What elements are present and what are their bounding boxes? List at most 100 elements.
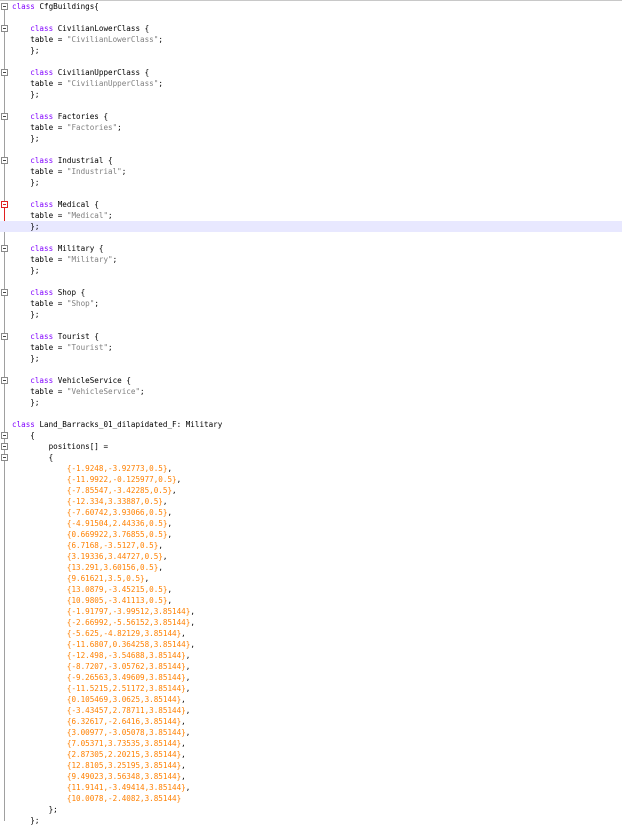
close-brace-line[interactable]: }; xyxy=(0,133,622,144)
position-entry[interactable]: {-12.498,-3.54688,3.85144}, xyxy=(0,650,622,661)
class-vehicleservice-line[interactable]: class VehicleService { xyxy=(0,375,622,386)
position-entry[interactable]: {12.8105,3.25195,3.85144}, xyxy=(0,760,622,771)
position-entry[interactable]: {-2.66992,-5.56152,3.85144}, xyxy=(0,617,622,628)
table-line[interactable]: table = "Industrial"; xyxy=(0,166,622,177)
empty-line[interactable] xyxy=(0,188,622,199)
code-token: CivilianUpperClass xyxy=(57,68,141,77)
position-entry[interactable]: {9.61621,3.5,0.5}, xyxy=(0,573,622,584)
empty-line[interactable] xyxy=(0,364,622,375)
position-entry[interactable]: {-8.7207,-3.05762,3.85144}, xyxy=(0,661,622,672)
class-civilianlowerclass-line[interactable]: class CivilianLowerClass { xyxy=(0,23,622,34)
table-line[interactable]: table = "VehicleService"; xyxy=(0,386,622,397)
close-brace-line[interactable]: }; xyxy=(0,265,622,276)
close-brace-line[interactable]: }; xyxy=(0,309,622,320)
position-entry[interactable]: {9.49023,3.56348,3.85144}, xyxy=(0,771,622,782)
close-brace-line[interactable]: }; xyxy=(0,397,622,408)
class-industrial-line[interactable]: class Industrial { xyxy=(0,155,622,166)
position-entry[interactable]: {13.291,3.60156,0.5}, xyxy=(0,562,622,573)
class-medical-line[interactable]: class Medical { xyxy=(0,199,622,210)
position-entry[interactable]: {10.0078,-2.4082,3.85144} xyxy=(0,793,622,804)
close-brace-line[interactable]: }; xyxy=(0,221,622,232)
empty-line[interactable] xyxy=(0,56,622,67)
position-entry[interactable]: {-1.9248,-3.92773,0.5}, xyxy=(0,463,622,474)
position-entry[interactable]: {-11.9922,-0.125977,0.5}, xyxy=(0,474,622,485)
class-civilianupperclass-line[interactable]: class CivilianUpperClass { xyxy=(0,67,622,78)
code-token: {-4.91504,2.44336,0.5} xyxy=(66,519,168,528)
position-entry[interactable]: {13.0879,-3.45215,0.5}, xyxy=(0,584,622,595)
code-token: "Factories" xyxy=(66,123,118,132)
code-token: Tourist xyxy=(57,332,90,341)
code-literal: table = xyxy=(12,123,67,132)
positions-line[interactable]: positions[] = xyxy=(0,441,622,452)
code-literal: { xyxy=(94,244,104,253)
code-literal: , xyxy=(158,541,163,550)
position-entry[interactable]: {6.32617,-2.6416,3.85144}, xyxy=(0,716,622,727)
code-literal: }; xyxy=(12,398,40,407)
position-entry[interactable]: {3.00977,-3.05078,3.85144}, xyxy=(0,727,622,738)
close-brace-line[interactable]: }; xyxy=(0,89,622,100)
position-entry[interactable]: {2.87305,2.20215,3.85144}, xyxy=(0,749,622,760)
barracks-header[interactable]: class Land_Barracks_01_dilapidated_F: Mi… xyxy=(0,419,622,430)
class-tourist-line[interactable]: class Tourist { xyxy=(0,331,622,342)
close-brace-line[interactable]: }; xyxy=(0,177,622,188)
barracks-close[interactable]: }; xyxy=(0,815,622,826)
position-entry[interactable]: {-7.85547,-3.42285,0.5}, xyxy=(0,485,622,496)
code-literal: class xyxy=(12,24,54,33)
line-text: {-11.6807,0.364258,3.85144}, xyxy=(12,639,195,650)
position-entry[interactable]: {3.19336,3.44727,0.5}, xyxy=(0,551,622,562)
empty-line[interactable] xyxy=(0,320,622,331)
code-token: {-12.334,3.33887,0.5} xyxy=(66,497,163,506)
table-line[interactable]: table = "Factories"; xyxy=(0,122,622,133)
table-line[interactable]: table = "Military"; xyxy=(0,254,622,265)
table-line[interactable]: table = "Tourist"; xyxy=(0,342,622,353)
position-entry[interactable]: {-11.6807,0.364258,3.85144}, xyxy=(0,639,622,650)
table-line[interactable]: table = "Medical"; xyxy=(0,210,622,221)
line-text: table = "CivilianLowerClass"; xyxy=(12,34,163,45)
class-military-line[interactable]: class Military { xyxy=(0,243,622,254)
code-literal: class xyxy=(12,376,54,385)
position-entry[interactable]: {-1.91797,-3.99512,3.85144}, xyxy=(0,606,622,617)
class-shop-line[interactable]: class Shop { xyxy=(0,287,622,298)
code-token: {0.105469,3.0625,3.85144} xyxy=(66,695,182,704)
position-entry[interactable]: {-7.60742,3.93066,0.5}, xyxy=(0,507,622,518)
empty-line[interactable] xyxy=(0,232,622,243)
cfg-buildings-header[interactable]: class CfgBuildings{ xyxy=(0,1,622,12)
position-entry[interactable]: {7.05371,3.73535,3.85144}, xyxy=(0,738,622,749)
line-text: {13.0879,-3.45215,0.5}, xyxy=(12,584,172,595)
position-entry[interactable]: {0.105469,3.0625,3.85144}, xyxy=(0,694,622,705)
close-brace-line[interactable]: }; xyxy=(0,353,622,364)
position-entry[interactable]: {10.9805,-3.41113,0.5}, xyxy=(0,595,622,606)
barracks-open-brace[interactable]: { xyxy=(0,430,622,441)
position-entry[interactable]: {-4.91504,2.44336,0.5}, xyxy=(0,518,622,529)
line-text: { xyxy=(12,452,54,463)
table-line[interactable]: table = "Shop"; xyxy=(0,298,622,309)
empty-line[interactable] xyxy=(0,100,622,111)
class-factories-line[interactable]: class Factories { xyxy=(0,111,622,122)
empty-line[interactable] xyxy=(0,276,622,287)
positions-open-brace[interactable]: { xyxy=(0,452,622,463)
empty-line[interactable] xyxy=(0,408,622,419)
position-entry[interactable]: {-12.334,3.33887,0.5}, xyxy=(0,496,622,507)
close-brace-line[interactable]: }; xyxy=(0,45,622,56)
code-literal: , xyxy=(167,530,173,539)
code-token: {-2.66992,-5.56152,3.85144} xyxy=(66,618,191,627)
table-line[interactable]: table = "CivilianLowerClass"; xyxy=(0,34,622,45)
empty-line[interactable] xyxy=(0,144,622,155)
position-entry[interactable]: {-5.625,-4.82129,3.85144}, xyxy=(0,628,622,639)
line-text: {9.61621,3.5,0.5}, xyxy=(12,573,149,584)
position-entry[interactable]: {-9.26563,3.49609,3.85144}, xyxy=(0,672,622,683)
line-text: {-1.91797,-3.99512,3.85144}, xyxy=(12,606,195,617)
position-entry[interactable]: {-11.5215,2.51172,3.85144}, xyxy=(0,683,622,694)
position-entry[interactable]: {11.9141,-3.49414,3.85144}, xyxy=(0,782,622,793)
positions-close[interactable]: }; xyxy=(0,804,622,815)
code-literal xyxy=(12,662,67,671)
code-literal: }; xyxy=(12,816,40,825)
code-literal xyxy=(12,772,67,781)
empty-line[interactable] xyxy=(0,12,622,23)
table-line[interactable]: table = "CivilianUpperClass"; xyxy=(0,78,622,89)
position-entry[interactable]: {0.669922,3.76855,0.5}, xyxy=(0,529,622,540)
code-literal xyxy=(12,442,49,451)
position-entry[interactable]: {-3.43457,2.78711,3.85144}, xyxy=(0,705,622,716)
code-editor[interactable]: class CfgBuildings{ class CivilianLowerC… xyxy=(0,0,622,838)
position-entry[interactable]: {6.7168,-3.5127,0.5}, xyxy=(0,540,622,551)
